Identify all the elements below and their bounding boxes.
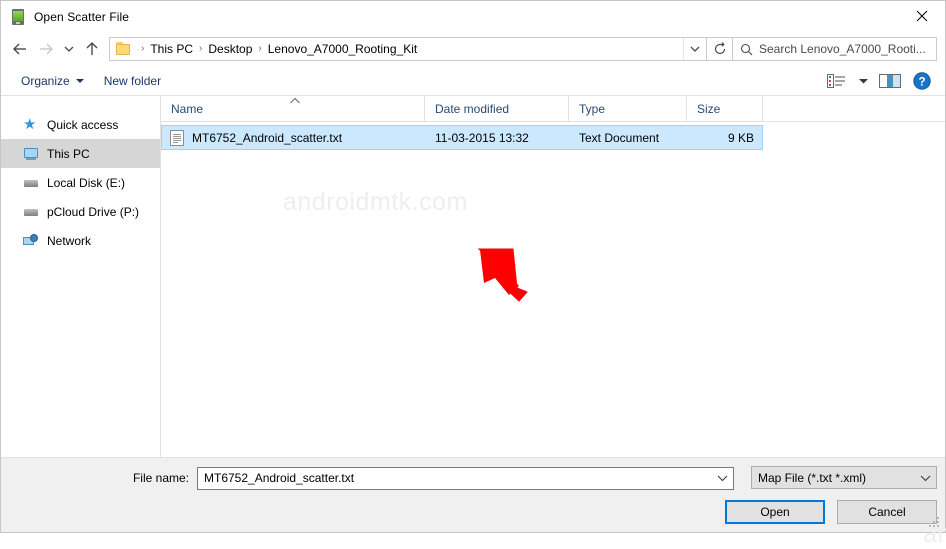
dialog-body: ★ Quick access This PC Local Disk (E:) p…	[1, 95, 946, 548]
sidebar-item-label: Network	[47, 233, 92, 248]
sidebar-item-network[interactable]: Network	[1, 226, 160, 255]
file-name-combobox[interactable]: MT6752_Android_scatter.txt	[197, 466, 734, 490]
back-button[interactable]	[7, 36, 33, 62]
file-name-input[interactable]: MT6752_Android_scatter.txt	[198, 471, 711, 485]
text-document-icon	[170, 129, 184, 146]
column-header-size[interactable]: Size	[687, 95, 763, 122]
breadcrumb-separator: ›	[258, 43, 262, 54]
sidebar-item-quick-access[interactable]: ★ Quick access	[1, 110, 160, 139]
breadcrumb-item-lenovo-kit[interactable]: Lenovo_A7000_Rooting_Kit	[266, 42, 419, 56]
sidebar-item-label: pCloud Drive (P:)	[47, 204, 140, 219]
address-bar[interactable]: › This PC › Desktop › Lenovo_A7000_Rooti…	[109, 37, 707, 61]
view-layout-icon	[826, 73, 845, 88]
organize-label: Organize	[21, 73, 70, 88]
column-header-row: Name Date modified Type Size	[161, 95, 945, 122]
file-list-pane: androidmtk.com Name Date modified Type S…	[161, 95, 946, 548]
organize-button[interactable]: Organize	[15, 71, 90, 91]
sidebar-item-label: Local Disk (E:)	[47, 175, 126, 190]
preview-pane-icon	[879, 73, 901, 88]
cell-size: 9 KB	[727, 130, 754, 145]
recent-locations-chevron-icon	[64, 46, 74, 52]
breadcrumb-item-this-pc[interactable]: This PC	[148, 42, 195, 56]
file-name-label: File name:	[132, 471, 189, 485]
chevron-down-icon	[75, 78, 84, 83]
refresh-button[interactable]	[707, 37, 733, 61]
monitor-icon	[23, 146, 39, 162]
toolbar: Organize New folder ?	[1, 66, 945, 96]
dialog-footer: File name: MT6752_Android_scatter.txt Ma…	[1, 458, 945, 532]
breadcrumb-separator: ›	[199, 43, 203, 54]
navigation-pane: ★ Quick access This PC Local Disk (E:) p…	[1, 96, 161, 457]
toolbar-right-group: ?	[821, 69, 937, 93]
file-name-text: MT6752_Android_scatter.txt	[192, 130, 343, 145]
view-layout-dropdown-button[interactable]	[853, 69, 873, 93]
sidebar-item-label: Quick access	[47, 117, 119, 132]
sidebar-item-this-pc[interactable]: This PC	[1, 139, 160, 168]
up-button[interactable]	[79, 36, 105, 62]
new-folder-label: New folder	[103, 73, 162, 88]
button-row: Open Cancel	[725, 500, 937, 524]
breadcrumb-separator: ›	[141, 43, 145, 54]
star-icon: ★	[23, 115, 37, 133]
table-row[interactable]: MT6752_Android_scatter.txt 11-03-2015 13…	[161, 125, 763, 150]
recent-locations-button[interactable]	[59, 36, 79, 62]
file-type-filter-value: Map File (*.txt *.xml)	[758, 470, 867, 485]
column-header-type[interactable]: Type	[569, 95, 687, 122]
open-button[interactable]: Open	[725, 500, 825, 524]
breadcrumb-item-desktop[interactable]: Desktop	[206, 42, 254, 56]
window-title: Open Scatter File	[34, 9, 130, 24]
chevron-down-icon	[690, 46, 700, 52]
help-button[interactable]: ?	[907, 69, 937, 93]
title-bar: Open Scatter File	[1, 1, 945, 32]
chevron-down-icon	[717, 475, 727, 482]
refresh-icon	[714, 42, 725, 55]
chevron-down-icon	[920, 475, 930, 481]
preview-pane-button[interactable]	[875, 69, 905, 93]
address-dropdown-button[interactable]	[683, 38, 706, 60]
drive-icon	[23, 175, 39, 191]
sidebar-item-local-disk-e[interactable]: Local Disk (E:)	[1, 168, 160, 197]
folder-icon	[116, 42, 133, 56]
file-type-filter-dropdown-button[interactable]	[914, 474, 936, 482]
device-icon	[10, 8, 26, 25]
new-folder-button[interactable]: New folder	[98, 71, 167, 91]
cell-name: MT6752_Android_scatter.txt	[162, 129, 425, 146]
forward-button[interactable]	[33, 36, 59, 62]
red-arrow-icon	[477, 248, 528, 302]
sidebar-item-label: This PC	[47, 146, 90, 161]
search-box[interactable]: Search Lenovo_A7000_Rooti...	[733, 37, 937, 61]
help-icon: ?	[913, 71, 931, 90]
close-icon	[916, 10, 928, 22]
resize-grip-icon[interactable]	[929, 517, 941, 529]
chevron-down-icon	[858, 78, 868, 83]
back-arrow-icon	[13, 43, 26, 55]
cell-type: Text Document	[579, 130, 660, 145]
network-icon	[23, 233, 39, 249]
cancel-button[interactable]: Cancel	[837, 500, 937, 524]
search-icon	[733, 43, 759, 56]
drive-icon	[23, 204, 39, 220]
file-name-dropdown-button[interactable]	[711, 474, 733, 482]
navigation-bar: › This PC › Desktop › Lenovo_A7000_Rooti…	[1, 32, 945, 66]
close-button[interactable]	[899, 1, 945, 31]
up-arrow-icon	[86, 42, 98, 55]
view-layout-button[interactable]	[821, 69, 851, 93]
open-file-dialog: Open Scatter File › This PC › Desktop › …	[0, 0, 946, 548]
forward-arrow-icon	[40, 43, 53, 55]
column-header-date-modified[interactable]: Date modified	[425, 95, 569, 122]
svg-text:?: ?	[918, 76, 925, 88]
chevron-up-icon	[290, 97, 300, 104]
file-type-filter-combobox[interactable]: Map File (*.txt *.xml)	[751, 466, 937, 489]
sidebar-item-pcloud-drive-p[interactable]: pCloud Drive (P:)	[1, 197, 160, 226]
watermark-top: androidmtk.com	[283, 188, 468, 216]
search-input[interactable]: Search Lenovo_A7000_Rooti...	[759, 42, 926, 56]
cell-date-modified: 11-03-2015 13:32	[435, 130, 529, 145]
